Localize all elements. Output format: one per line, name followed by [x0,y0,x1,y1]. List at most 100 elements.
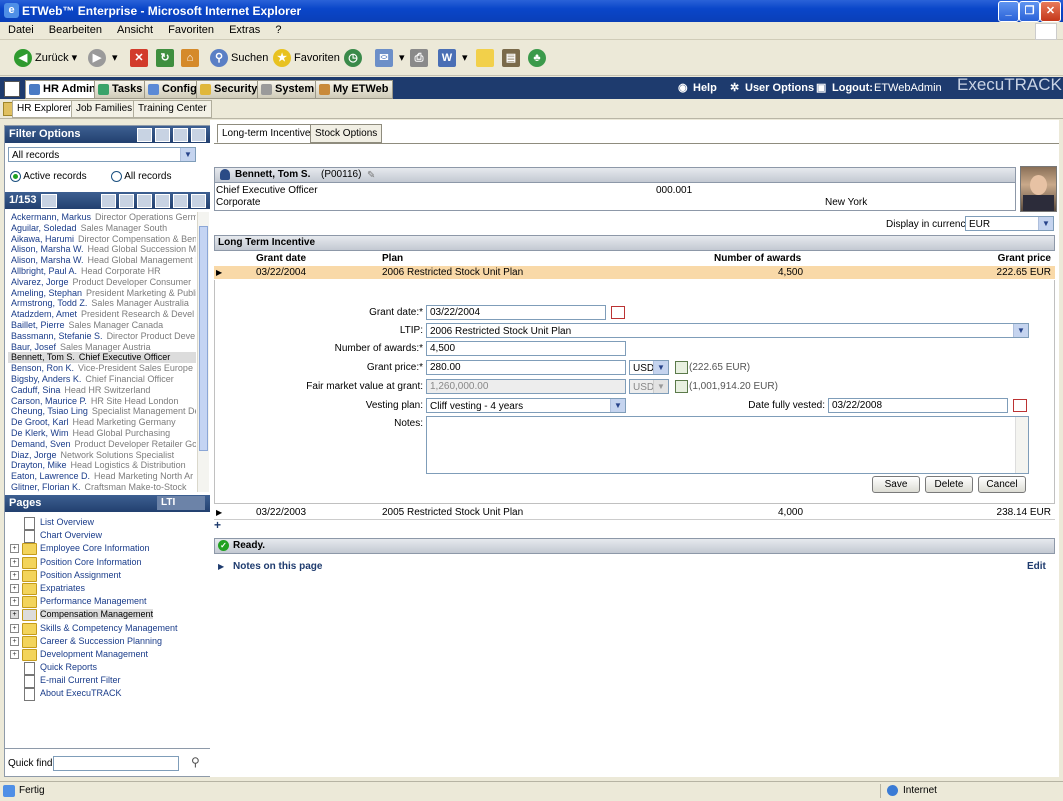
employee-list-item[interactable]: Baur, Josef Sales Manager Austria [8,342,196,353]
menu-help[interactable]: ? [275,22,281,39]
tab-tasks[interactable]: Tasks [94,80,148,99]
employee-list-item[interactable]: Ameling, Stephan President Marketing & Pu… [8,288,196,299]
filter-edit-icon[interactable] [191,128,206,142]
last-record-icon[interactable] [191,194,206,208]
pages-tree-item[interactable]: + Career & Succession Planning [10,635,205,648]
employee-list-item[interactable]: Benson, Ron K. Vice-President Sales Europ… [8,363,196,374]
currency-select[interactable]: EUR ▼ [965,216,1054,231]
quickfind-input[interactable] [53,756,179,771]
pages-tree-item[interactable]: Chart Overview [10,529,205,544]
minimize-button[interactable]: _ [998,1,1019,22]
employee-list-scrollbar[interactable] [197,212,209,492]
expand-icon[interactable]: + [10,557,19,567]
expand-icon[interactable]: + [10,623,19,633]
filter-select[interactable]: All records ▼ [8,147,196,162]
employee-list-item[interactable]: Armstrong, Todd Z. Sales Manager Australi… [8,298,196,309]
notes-button[interactable] [476,47,497,69]
user-options-icon[interactable]: ✲ [730,81,739,95]
print-button[interactable]: ⎙ [410,47,431,69]
pages-tree-item[interactable]: + Development Management [10,648,205,661]
help-link[interactable]: Help [693,81,717,95]
fmv-currency-select[interactable]: USD ▼ [629,379,669,394]
next-page-icon[interactable] [173,194,188,208]
filter-remove-icon[interactable] [173,128,188,142]
col-plan[interactable]: Plan [382,253,403,264]
stop-button[interactable]: ✕ [130,47,151,69]
notes-textarea[interactable] [426,416,1029,474]
menu-datei[interactable]: Datei [8,22,34,39]
close-button[interactable]: ✕ [1040,1,1061,22]
expand-icon[interactable]: + [10,649,19,659]
employee-list-item[interactable]: Eaton, Lawrence D. Head Marketing North A… [8,471,196,482]
employee-list-item[interactable]: Drayton, Mike Head Logistics & Distributi… [8,460,196,471]
employee-list-item[interactable]: Caduff, Sina Head HR Switzerland [8,385,196,396]
pages-tree-item[interactable]: + Employee Core Information [10,542,205,556]
pages-tree-item[interactable]: Quick Reports [10,661,205,676]
pages-tree-item[interactable]: + Expatriates [10,582,205,595]
add-row-icon[interactable]: + [214,518,221,532]
first-record-icon[interactable] [101,194,116,208]
employee-list-item[interactable]: Bassmann, Stefanie S. Director Product De… [8,331,196,342]
vesting-select[interactable]: Cliff vesting - 4 years ▼ [426,398,626,413]
price-currency-select[interactable]: USD ▼ [629,360,669,375]
employee-list-item[interactable]: Carson, Maurice P. HR Site Head London [8,396,196,407]
grant-date-input[interactable]: 03/22/2004 [426,305,606,320]
employee-list-item[interactable]: Bennett, Tom S. Chief Executive Officer [8,352,196,364]
employee-list-item[interactable]: Diaz, Jorge Network Solutions Specialist [8,450,196,461]
messenger-button[interactable]: ♣ [528,47,549,69]
tab-config[interactable]: Config [144,80,202,99]
delete-button[interactable]: Delete [925,476,973,493]
subtab-job-families[interactable]: Job Families [71,100,138,118]
employee-list-item[interactable]: Aikawa, Harumi Director Compensation & Be… [8,234,196,245]
tab-stock-options[interactable]: Stock Options [310,124,383,143]
employee-list-item[interactable]: Baillet, Pierre Sales Manager Canada [8,320,196,331]
pages-tree-item[interactable]: + Position Assignment [10,569,205,582]
awards-input[interactable]: 4,500 [426,341,626,356]
lti-row-selected[interactable]: ▶ 03/22/2004 2006 Restricted Stock Unit … [214,266,1055,279]
cancel-button[interactable]: Cancel [978,476,1026,493]
subtab-training-center[interactable]: Training Center [133,100,212,118]
menu-bearbeiten[interactable]: Bearbeiten [49,22,102,39]
tab-system[interactable]: System [257,80,320,99]
employee-list-item[interactable]: Alison, Marsha W. Head Global Succession … [8,244,196,255]
back-button[interactable]: ◀ Zurück ▾ [14,47,77,69]
col-grant-date[interactable]: Grant date [256,253,306,264]
lti-row[interactable]: ▶ 03/22/2003 2005 Restricted Stock Unit … [214,506,1055,520]
user-options-link[interactable]: User Options [745,81,814,95]
expand-icon[interactable]: + [10,570,19,580]
notes-scrollbar[interactable] [1015,417,1028,473]
employee-list-item[interactable]: De Groot, Karl Head Marketing Germany [8,417,196,428]
mail-button[interactable]: ✉ ▾ [375,47,405,69]
employee-list-item[interactable]: Allbright, Paul A. Head Corporate HR [8,266,196,277]
pages-tree-item[interactable]: + Compensation Management [10,608,205,622]
edit-button[interactable]: W ▾ [438,47,468,69]
email-icon[interactable] [41,194,57,208]
employee-list-item[interactable]: Glitner, Florian K. Craftsman Make-to-Sto… [8,482,196,492]
tab-my-etweb[interactable]: My ETWeb [315,80,394,99]
expand-icon[interactable]: + [10,597,19,607]
pages-tree-item[interactable]: E-mail Current Filter [10,674,205,689]
search-icon[interactable]: ⚲ [191,755,200,769]
radio-all-records[interactable]: All records [111,171,171,182]
expand-icon[interactable]: + [10,544,19,554]
logout-icon[interactable]: ▣ [816,81,826,95]
employee-list-item[interactable]: Aguilar, Soledad Sales Manager South [8,223,196,234]
col-grant-price[interactable]: Grant price [998,253,1051,264]
home-button[interactable]: ⌂ [181,47,202,69]
employee-list-item[interactable]: Cheung, Tsiao Ling Specialist Management … [8,406,196,417]
expand-icon[interactable]: + [10,636,19,646]
employee-list-item[interactable]: Demand, Sven Product Developer Retailer G… [8,439,196,450]
pages-tree-item[interactable]: List Overview [10,516,205,530]
radio-active-records[interactable]: Active records [10,171,87,182]
forward-button[interactable]: ▶ ▾ [88,47,118,69]
filter-save-icon[interactable] [137,128,152,142]
conversion-chart-icon[interactable] [675,380,688,393]
grant-price-input[interactable]: 280.00 [426,360,626,375]
scroll-thumb[interactable] [199,226,208,451]
pages-tree-item[interactable]: + Position Core Information [10,556,205,569]
tab-security[interactable]: Security [196,80,263,99]
fmv-input[interactable]: 1,260,000.00 [426,379,626,394]
favorites-button[interactable]: ★ Favoriten [273,47,340,69]
logout-link[interactable]: Logout: [832,81,873,95]
employee-list-item[interactable]: Atadzdem, Amet President Research & Devel [8,309,196,320]
